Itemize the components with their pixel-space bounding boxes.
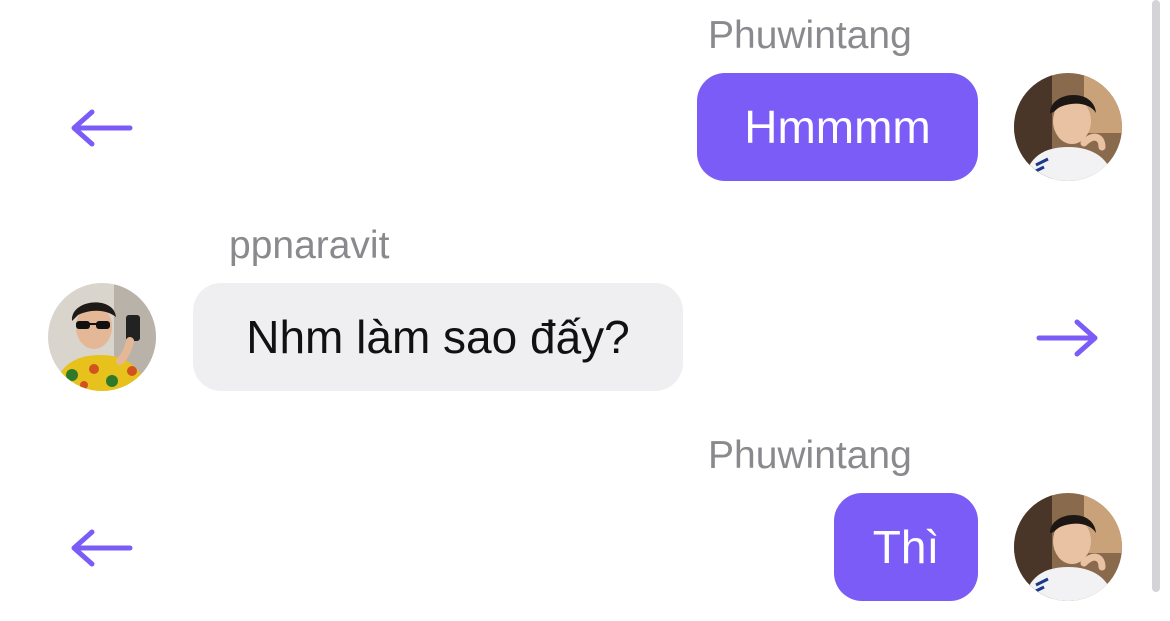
arrow-left-icon[interactable] bbox=[68, 526, 134, 570]
arrow-right-icon[interactable] bbox=[1035, 316, 1101, 360]
scrollbar[interactable] bbox=[1152, 0, 1160, 592]
avatar[interactable] bbox=[1014, 493, 1122, 601]
sender-name: Phuwintang bbox=[708, 14, 912, 57]
avatar[interactable] bbox=[48, 283, 156, 391]
message-bubble[interactable]: Hmmmm bbox=[697, 73, 978, 181]
message-bubble[interactable]: Thì bbox=[834, 493, 978, 601]
sender-name: ppnaravit bbox=[229, 224, 390, 267]
sender-name: Phuwintang bbox=[708, 434, 912, 477]
chat-screen: Phuwintang Hmmmm ppnaravit Nhm làm sao đ… bbox=[0, 0, 1170, 621]
arrow-left-icon[interactable] bbox=[68, 106, 134, 150]
avatar[interactable] bbox=[1014, 73, 1122, 181]
message-bubble[interactable]: Nhm làm sao đấy? bbox=[193, 283, 683, 391]
